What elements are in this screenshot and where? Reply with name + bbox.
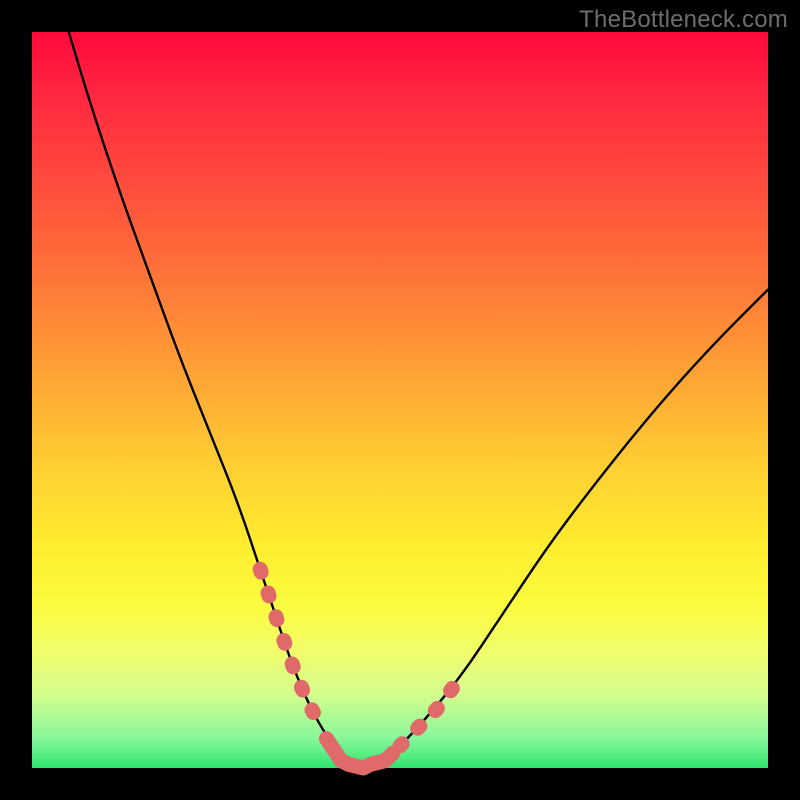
chart-frame: TheBottleneck.com xyxy=(0,0,800,800)
curve-svg xyxy=(32,32,768,768)
highlight-bottom-flat xyxy=(326,739,392,768)
watermark-text: TheBottleneck.com xyxy=(579,6,788,34)
plot-area xyxy=(32,32,768,768)
bottleneck-curve xyxy=(69,32,768,766)
highlight-left-arm xyxy=(260,569,319,724)
